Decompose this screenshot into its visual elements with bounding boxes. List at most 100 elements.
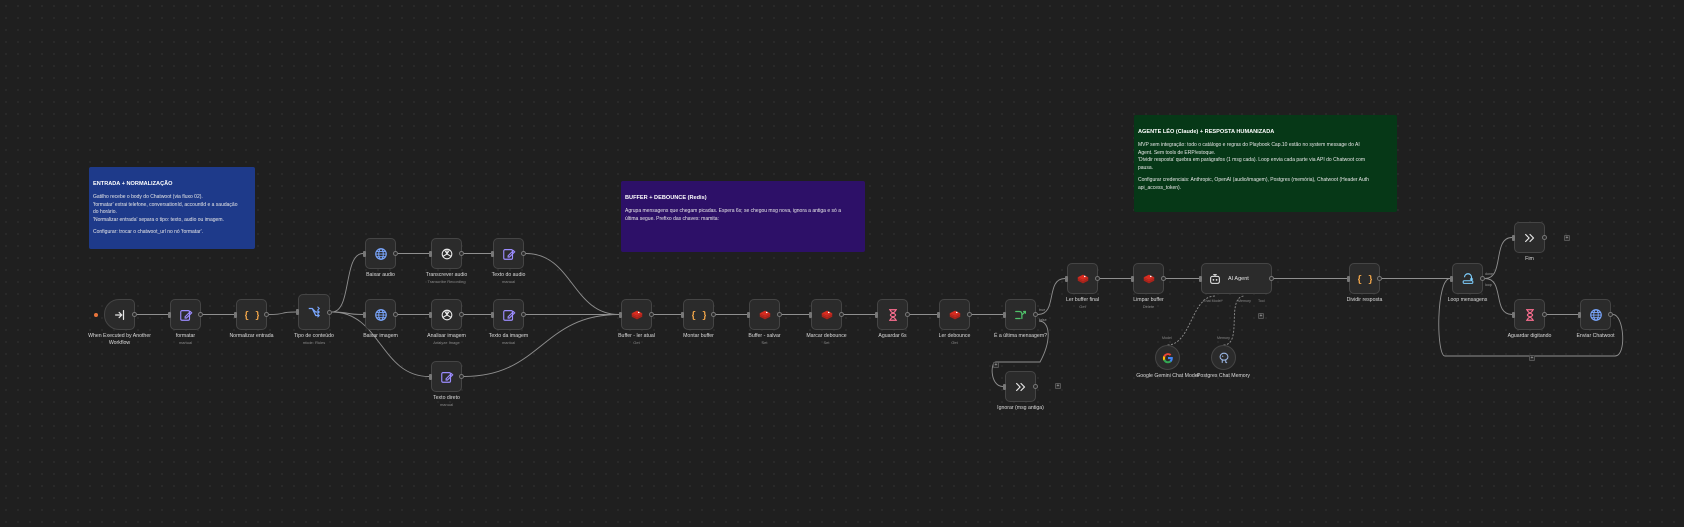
workflow-canvas[interactable]: ENTRADA + NORMALIZAÇÃO Gatilho recebe o … (0, 0, 1684, 527)
edge-normalizar-to-tipo[interactable] (268, 311, 297, 315)
edge-texto_audio-to-buffer_atual[interactable] (525, 253, 620, 315)
node-ler-final[interactable] (1065, 263, 1100, 294)
add-node-button[interactable]: + (1055, 383, 1061, 389)
output-handle[interactable] (1269, 276, 1274, 281)
input-handle[interactable] (168, 311, 171, 318)
input-handle[interactable] (619, 311, 622, 318)
input-handle[interactable] (429, 311, 432, 318)
input-handle[interactable] (1065, 275, 1068, 282)
output-handle[interactable] (1033, 312, 1038, 317)
input-handle[interactable] (1003, 311, 1006, 318)
node-ler-debounce[interactable] (937, 299, 972, 330)
input-handle[interactable] (681, 311, 684, 318)
output-handle[interactable] (327, 309, 332, 315)
input-handle[interactable] (747, 311, 750, 318)
node-loop[interactable] (1450, 263, 1485, 294)
node-postgres[interactable] (1211, 345, 1236, 370)
node-baixar-imagem[interactable] (363, 299, 398, 330)
edge-tipo-to-baixar_imagem[interactable] (331, 311, 364, 315)
input-handle[interactable] (1347, 275, 1350, 282)
node-limpar[interactable] (1131, 263, 1166, 294)
input-handle[interactable] (491, 311, 494, 318)
output-handle[interactable] (649, 312, 654, 317)
node-label: formatar (175, 333, 196, 339)
input-handle[interactable] (1003, 383, 1006, 390)
node-analisar[interactable] (429, 299, 464, 330)
node-enviar[interactable] (1578, 299, 1613, 330)
input-handle[interactable] (1199, 275, 1202, 282)
output-handle[interactable] (839, 312, 844, 317)
output-handle[interactable] (1542, 235, 1547, 240)
output-handle[interactable] (1608, 312, 1613, 317)
output-handle[interactable] (393, 251, 398, 256)
node-formatar[interactable] (168, 299, 203, 330)
input-handle[interactable] (429, 250, 432, 257)
node-gemini[interactable] (1155, 345, 1180, 370)
sticky-text: MVP sem integração: todo o catálogo e re… (1138, 142, 1360, 149)
node-texto-imagem[interactable] (491, 299, 526, 330)
node-fim[interactable] (1512, 222, 1547, 253)
output-handle[interactable] (521, 251, 526, 256)
node-marcar[interactable] (809, 299, 844, 330)
output-handle[interactable] (521, 312, 526, 317)
node-aguardar6[interactable] (875, 299, 910, 330)
edge-texto_direto-to-buffer_atual[interactable] (463, 314, 620, 377)
sticky-note-entrada[interactable]: ENTRADA + NORMALIZAÇÃO Gatilho recebe o … (89, 167, 255, 249)
add-node-button[interactable]: + (1258, 313, 1264, 319)
add-node-button[interactable]: + (1529, 355, 1535, 361)
node-texto-direto[interactable] (429, 361, 464, 392)
node-normalizar[interactable]: { } (234, 299, 269, 330)
output-handle[interactable] (967, 312, 972, 317)
output-handle[interactable] (132, 312, 137, 317)
input-handle[interactable] (1131, 275, 1134, 282)
output-handle[interactable] (1480, 276, 1485, 281)
node-dividir[interactable]: { } (1347, 263, 1382, 294)
input-handle[interactable] (875, 311, 878, 318)
add-node-button[interactable]: + (1564, 235, 1570, 241)
node-tipo[interactable] (296, 294, 332, 330)
edge-tipo-to-baixar_audio[interactable] (331, 253, 364, 313)
input-handle[interactable] (1578, 311, 1581, 318)
input-handle[interactable] (1512, 234, 1515, 241)
node-aguardar-dig[interactable] (1512, 299, 1547, 330)
output-handle[interactable] (1033, 384, 1038, 389)
add-node-button[interactable]: + (993, 362, 999, 368)
output-handle[interactable] (1542, 312, 1547, 317)
input-handle[interactable] (234, 311, 237, 318)
output-handle[interactable] (459, 312, 464, 317)
input-handle[interactable] (1450, 275, 1453, 282)
node-ultima[interactable] (1003, 299, 1038, 330)
sticky-note-buffer[interactable]: BUFFER + DEBOUNCE (Redis) Agrupa mensage… (621, 181, 865, 252)
output-handle[interactable] (777, 312, 782, 317)
input-handle[interactable] (1512, 311, 1515, 318)
output-handle[interactable] (1095, 276, 1100, 281)
input-handle[interactable] (491, 250, 494, 257)
node-buffer-salvar[interactable] (747, 299, 782, 330)
node-texto-audio[interactable] (491, 238, 526, 269)
output-handle[interactable] (393, 312, 398, 317)
node-baixar-audio[interactable] (363, 238, 398, 269)
node-montar[interactable]: { } (681, 299, 716, 330)
output-handle[interactable] (711, 312, 716, 317)
input-handle[interactable] (296, 309, 299, 315)
input-handle[interactable] (429, 373, 432, 380)
output-handle[interactable] (1377, 276, 1382, 281)
input-handle[interactable] (937, 311, 940, 318)
sticky-note-agente[interactable]: AGENTE LÉO (Claude) + RESPOSTA HUMANIZAD… (1134, 115, 1397, 212)
node-buffer-atual[interactable] (619, 299, 654, 330)
node-ignorar[interactable] (1003, 371, 1038, 402)
input-handle[interactable] (363, 250, 366, 257)
node-agent[interactable]: AI Agent (1199, 263, 1274, 294)
output-handle[interactable] (198, 312, 203, 317)
output-handle[interactable] (459, 251, 464, 256)
node-subtitle: Transcribe Recording (427, 279, 466, 284)
node-trigger[interactable] (104, 299, 137, 330)
output-handle[interactable] (905, 312, 910, 317)
output-handle[interactable] (1161, 276, 1166, 281)
branch-label-false: false (1039, 318, 1047, 322)
input-handle[interactable] (363, 311, 366, 318)
output-handle[interactable] (264, 312, 269, 317)
input-handle[interactable] (809, 311, 812, 318)
node-transcrever[interactable] (429, 238, 464, 269)
output-handle[interactable] (459, 374, 464, 379)
